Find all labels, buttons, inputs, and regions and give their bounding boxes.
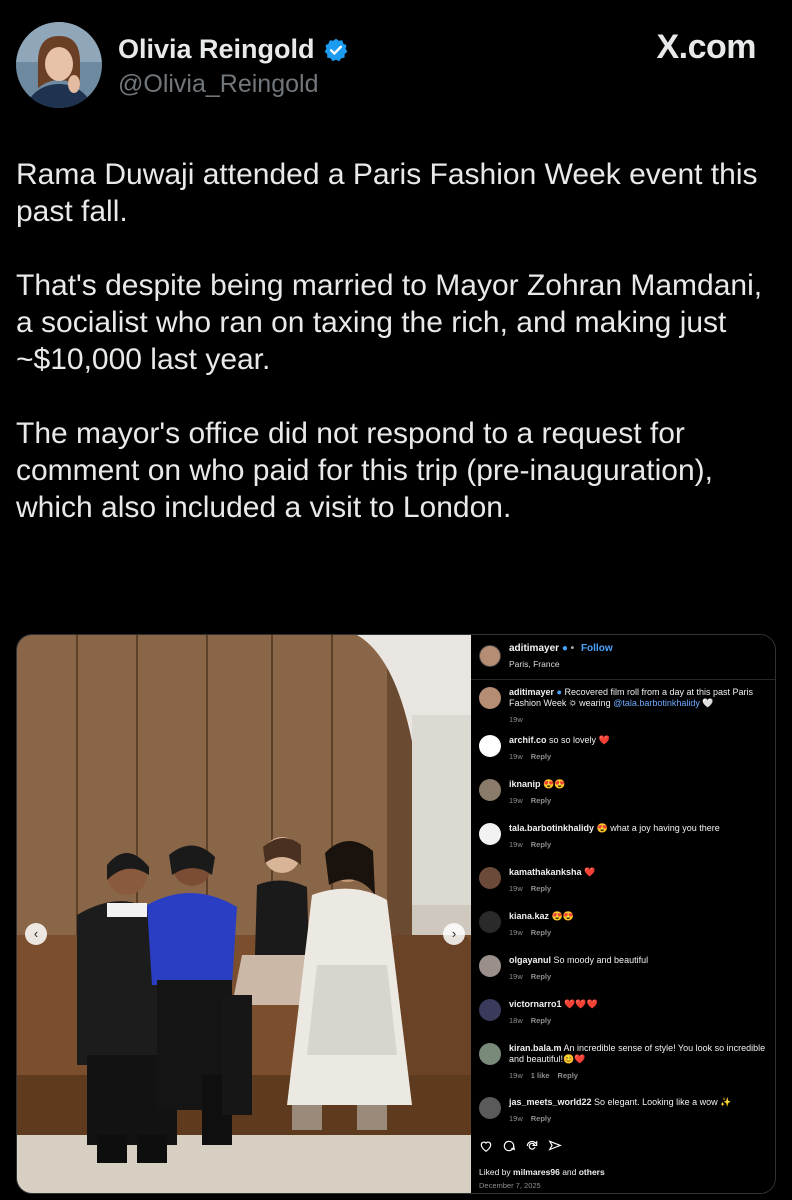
- verified-badge-icon: [324, 38, 347, 61]
- post-photo[interactable]: ‹ ›: [17, 635, 471, 1193]
- reply-button[interactable]: Reply: [531, 840, 551, 849]
- reply-button[interactable]: Reply: [531, 1114, 551, 1123]
- x-logo: X.com: [656, 28, 756, 66]
- comment-username[interactable]: victornarro1: [509, 999, 562, 1009]
- comment-username[interactable]: kamathakanksha: [509, 867, 582, 877]
- comment-age: 19w: [509, 928, 523, 937]
- comment-text: So elegant. Looking like a wow ✨: [591, 1097, 732, 1107]
- comment-avatar[interactable]: [479, 955, 501, 977]
- reply-button[interactable]: Reply: [531, 972, 551, 981]
- tweet-header: Olivia Reingold @Olivia_Reingold X.com: [16, 22, 776, 108]
- comment-icon[interactable]: [502, 1139, 516, 1153]
- post-location[interactable]: Paris, France: [509, 659, 560, 669]
- comment-username[interactable]: jas_meets_world22: [509, 1097, 592, 1107]
- instagram-comments-panel: aditimayer ● • Follow Paris, France adit…: [471, 635, 775, 1193]
- comment-age: 19w: [509, 1114, 523, 1123]
- comment-age: 19w: [509, 796, 523, 805]
- comment-text: 😍😍: [549, 911, 574, 921]
- comment-avatar[interactable]: [479, 911, 501, 933]
- comment-avatar[interactable]: [479, 735, 501, 757]
- comment-text: So moody and beautiful: [551, 955, 649, 965]
- divider: [471, 679, 775, 680]
- caption-avatar[interactable]: [479, 687, 501, 709]
- reply-button[interactable]: Reply: [531, 752, 551, 761]
- reply-button[interactable]: Reply: [531, 884, 551, 893]
- comment-username[interactable]: kiana.kaz: [509, 911, 549, 921]
- post-author-avatar[interactable]: [479, 645, 501, 667]
- comment-avatar[interactable]: [479, 1043, 501, 1065]
- post-date: December 7, 2025: [479, 1181, 541, 1190]
- comment-age: 19w: [509, 884, 523, 893]
- comment-avatar[interactable]: [479, 1097, 501, 1119]
- liked-by-others[interactable]: others: [579, 1167, 605, 1177]
- post-author-username[interactable]: aditimayer: [509, 643, 559, 654]
- comment-avatar[interactable]: [479, 999, 501, 1021]
- reply-button[interactable]: Reply: [531, 1016, 551, 1025]
- reply-button[interactable]: Reply: [531, 928, 551, 937]
- comment-username[interactable]: olgayanul: [509, 955, 551, 965]
- comment-age: 18w: [509, 1016, 523, 1025]
- post-actions: [479, 1139, 562, 1153]
- caption-username[interactable]: aditimayer: [509, 687, 554, 697]
- tweet-paragraph: The mayor's office did not respond to a …: [16, 417, 714, 524]
- tweet-paragraph: That's despite being married to Mayor Zo…: [16, 269, 763, 376]
- comment-likes[interactable]: 1 like: [531, 1071, 550, 1080]
- caption-age: 19w: [509, 715, 523, 724]
- follow-button[interactable]: Follow: [581, 643, 613, 654]
- verified-badge-icon: ●: [554, 687, 562, 697]
- post-header: aditimayer ● • Follow Paris, France: [479, 643, 767, 673]
- verified-badge-icon: ●: [561, 643, 568, 654]
- comment-username[interactable]: iknanip: [509, 779, 541, 789]
- comment-text: ❤️: [581, 867, 596, 877]
- heart-icon[interactable]: [479, 1139, 493, 1153]
- comment-age: 19w: [509, 972, 523, 981]
- comment-avatar[interactable]: [479, 779, 501, 801]
- comment-avatar[interactable]: [479, 823, 501, 845]
- reply-button[interactable]: Reply: [558, 1071, 578, 1080]
- tweet-body: Rama Duwaji attended a Paris Fashion Wee…: [16, 156, 776, 563]
- comment-avatar[interactable]: [479, 867, 501, 889]
- comment-age: 19w: [509, 1071, 523, 1080]
- author-handle[interactable]: @Olivia_Reingold: [118, 70, 318, 99]
- author-avatar[interactable]: [16, 22, 102, 108]
- liked-by: Liked by milmares96 and others: [479, 1167, 605, 1177]
- tweet-paragraph: Rama Duwaji attended a Paris Fashion Wee…: [16, 158, 758, 228]
- refresh-icon[interactable]: [525, 1139, 539, 1153]
- caption-text-end: 🤍: [699, 698, 714, 708]
- prev-photo-icon[interactable]: ‹: [25, 923, 47, 945]
- comment-username[interactable]: kiran.bala.m: [509, 1043, 562, 1053]
- reply-button[interactable]: Reply: [531, 796, 551, 805]
- comment-username[interactable]: tala.barbotinkhalidy: [509, 823, 594, 833]
- share-icon[interactable]: [548, 1139, 562, 1153]
- comment-username[interactable]: archif.co: [509, 735, 547, 745]
- comment-text: 😍 what a joy having you there: [594, 823, 720, 833]
- author-name[interactable]: Olivia Reingold: [118, 34, 315, 65]
- next-photo-icon[interactable]: ›: [443, 923, 465, 945]
- tweet-media[interactable]: ‹ › aditimayer ● • Follow Paris, France …: [16, 634, 776, 1194]
- comment-text: 😍😍: [540, 779, 566, 789]
- comment-age: 19w: [509, 752, 523, 761]
- caption-mention[interactable]: @tala.barbotinkhalidy: [613, 698, 700, 708]
- comment-text: ❤️❤️❤️: [561, 999, 598, 1009]
- comment-age: 19w: [509, 840, 523, 849]
- comment-text: so so lovely ❤️: [546, 735, 610, 745]
- liked-by-user[interactable]: milmares96: [513, 1167, 560, 1177]
